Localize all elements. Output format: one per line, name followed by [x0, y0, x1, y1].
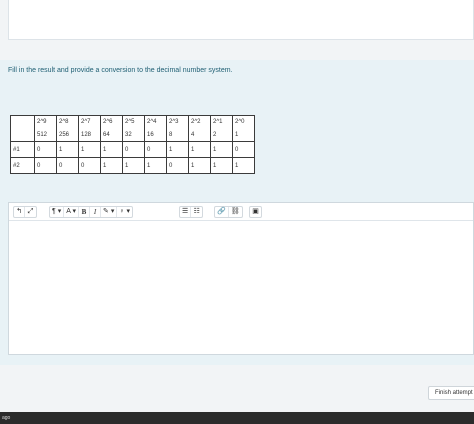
power-cell: 2^5 — [122, 115, 145, 129]
weight-cell: 128 — [78, 128, 101, 142]
power-cell: 2^1 — [210, 115, 233, 129]
style-button[interactable]: ♀ ▾ — [117, 207, 132, 217]
weights-row: 512 256 128 64 32 16 8 4 2 1 — [10, 128, 255, 142]
power-cell: 2^9 — [34, 115, 57, 129]
bit-cell: 0 — [232, 141, 255, 158]
bit-cell: 0 — [78, 157, 101, 174]
finish-attempt-button[interactable]: Finish attempt — [428, 386, 474, 400]
editor-toolbar: ↰ ⤢ ¶ ▾ A ▾ B I ✎ ▾ ♀ ▾ ☰ ☷ 🔗 ⛓ ▣ — [9, 203, 473, 221]
image-icon[interactable]: ▣ — [250, 207, 261, 217]
toolbar-group-links: 🔗 ⛓ — [214, 206, 243, 218]
footer-corner-text: ago — [2, 415, 11, 421]
power-cell: 2^8 — [56, 115, 79, 129]
bit-cell: 1 — [144, 157, 167, 174]
bit-cell: 1 — [122, 157, 145, 174]
weight-cell: 4 — [188, 128, 211, 142]
bit-cell: 0 — [144, 141, 167, 158]
bit-cell: 1 — [188, 141, 211, 158]
bit-cell: 1 — [232, 157, 255, 174]
bit-cell: 1 — [210, 157, 233, 174]
empty-header-cell — [10, 128, 35, 142]
weight-cell: 256 — [56, 128, 79, 142]
bit-cell: 1 — [100, 141, 123, 158]
bit-cell: 0 — [34, 157, 57, 174]
power-cell: 2^4 — [144, 115, 167, 129]
table-row: #1 0 1 1 1 0 0 1 1 1 0 — [10, 141, 255, 158]
row-label: #2 — [10, 157, 35, 174]
pen-icon: ✎ — [103, 208, 109, 215]
powers-row: 2^9 2^8 2^7 2^6 2^5 2^4 2^3 2^2 2^1 2^0 — [10, 115, 255, 129]
footer-bar: ago — [0, 412, 474, 424]
toolbar-group-media: ▣ — [249, 206, 262, 218]
style-icon: ♀ — [119, 208, 125, 215]
link-icon[interactable]: 🔗 — [215, 207, 229, 217]
toolbar-group-format: ¶ ▾ A ▾ B I ✎ ▾ ♀ ▾ — [49, 206, 134, 218]
power-cell: 2^0 — [232, 115, 255, 129]
power-cell: 2^6 — [100, 115, 123, 129]
bit-cell: 1 — [56, 141, 79, 158]
bit-cell: 1 — [210, 141, 233, 158]
empty-header-cell — [10, 115, 35, 129]
bit-cell: 1 — [78, 141, 101, 158]
weight-cell: 1 — [232, 128, 255, 142]
italic-button[interactable]: I — [90, 207, 101, 217]
undo-icon[interactable]: ↰ — [14, 207, 25, 217]
power-cell: 2^3 — [166, 115, 189, 129]
font-color-icon: A — [66, 208, 71, 215]
weight-cell: 32 — [122, 128, 145, 142]
paragraph-style-button[interactable]: ¶ ▾ — [50, 207, 65, 217]
previous-question-panel — [8, 0, 474, 40]
question-prompt: Fill in the result and provide a convers… — [8, 67, 233, 74]
table-row: #2 0 0 0 1 1 1 0 1 1 1 — [10, 157, 255, 174]
fullscreen-icon[interactable]: ⤢ — [25, 207, 36, 217]
question-panel: Fill in the result and provide a convers… — [0, 60, 474, 365]
bit-cell: 0 — [34, 141, 57, 158]
font-color-button[interactable]: A ▾ — [64, 207, 79, 217]
paragraph-icon: ¶ — [52, 208, 56, 215]
unlink-icon[interactable]: ⛓ — [229, 207, 242, 217]
toolbar-group-lists: ☰ ☷ — [179, 206, 204, 218]
weight-cell: 8 — [166, 128, 189, 142]
weight-cell: 16 — [144, 128, 167, 142]
bit-cell: 1 — [188, 157, 211, 174]
bit-cell: 1 — [100, 157, 123, 174]
highlight-button[interactable]: ✎ ▾ — [101, 207, 118, 217]
power-cell: 2^2 — [188, 115, 211, 129]
weight-cell: 2 — [210, 128, 233, 142]
weight-cell: 512 — [34, 128, 57, 142]
numbered-list-icon[interactable]: ☷ — [191, 207, 202, 217]
row-label: #1 — [10, 141, 35, 158]
bit-cell: 0 — [166, 157, 189, 174]
bit-cell: 0 — [122, 141, 145, 158]
bit-cell: 1 — [166, 141, 189, 158]
binary-table: 2^9 2^8 2^7 2^6 2^5 2^4 2^3 2^2 2^1 2^0 … — [10, 115, 255, 174]
answer-editor[interactable]: ↰ ⤢ ¶ ▾ A ▾ B I ✎ ▾ ♀ ▾ ☰ ☷ 🔗 ⛓ ▣ — [8, 202, 474, 355]
toolbar-group-view: ↰ ⤢ — [13, 206, 37, 218]
bit-cell: 0 — [56, 157, 79, 174]
power-cell: 2^7 — [78, 115, 101, 129]
bold-button[interactable]: B — [79, 207, 90, 217]
weight-cell: 64 — [100, 128, 123, 142]
bullet-list-icon[interactable]: ☰ — [180, 207, 192, 217]
